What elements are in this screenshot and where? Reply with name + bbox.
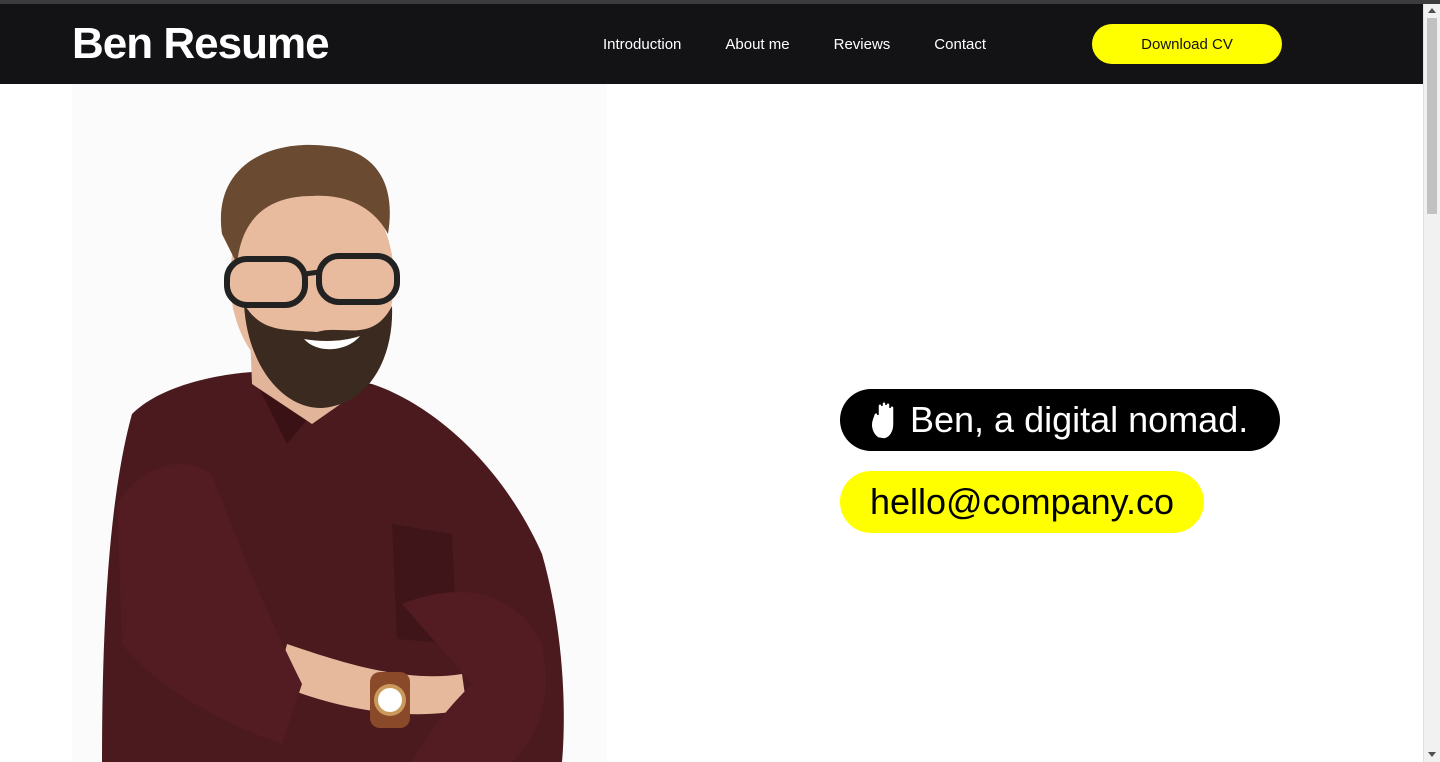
intro-greeting-pill: Ben, a digital nomad.: [840, 389, 1281, 451]
waving-hand-icon: [868, 400, 904, 440]
scroll-up-arrow-icon[interactable]: [1428, 8, 1436, 13]
nav-links: Introduction About me Reviews Contact: [603, 4, 1030, 84]
intro-greeting-text: Ben, a digital nomad.: [910, 399, 1249, 440]
page-scrollbar[interactable]: [1423, 4, 1440, 762]
nav-link-about-me[interactable]: About me: [725, 36, 789, 53]
portrait-illustration: [102, 144, 564, 762]
download-cv-button[interactable]: Download CV: [1092, 24, 1282, 64]
navbar: Ben Resume Introduction About me Reviews…: [0, 4, 1423, 84]
email-link-pill[interactable]: hello@company.co: [840, 471, 1205, 533]
scroll-thumb[interactable]: [1427, 18, 1437, 214]
nav-link-reviews[interactable]: Reviews: [834, 36, 891, 53]
hero-portrait-photo: [72, 84, 607, 762]
scroll-down-arrow-icon[interactable]: [1428, 752, 1436, 757]
nav-link-contact[interactable]: Contact: [934, 36, 986, 53]
site-brand[interactable]: Ben Resume: [72, 19, 330, 69]
nav-link-introduction[interactable]: Introduction: [603, 36, 681, 53]
